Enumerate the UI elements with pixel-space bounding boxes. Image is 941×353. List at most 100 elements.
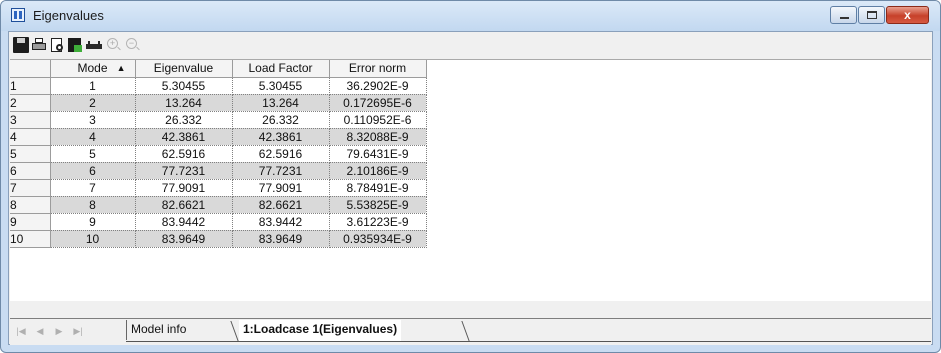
minimize-icon [840, 17, 849, 19]
load-factor-cell[interactable]: 83.9442 [232, 213, 330, 231]
error-norm-cell[interactable]: 5.53825E-9 [329, 196, 427, 214]
table-row[interactable]: 4 4 42.3861 42.3861 8.32088E-9 [10, 128, 427, 146]
eigenvalue-cell[interactable]: 26.332 [135, 111, 233, 129]
error-norm-cell[interactable]: 79.6431E-9 [329, 145, 427, 163]
error-norm-cell[interactable]: 36.2902E-9 [329, 77, 427, 95]
column-header-load-factor[interactable]: Load Factor [232, 60, 330, 78]
table-row[interactable]: 2 2 13.264 13.264 0.172695E-6 [10, 94, 427, 112]
eigenvalue-cell[interactable]: 83.9649 [135, 230, 233, 248]
column-header-mode[interactable]: Mode ▲ [50, 60, 136, 78]
row-number[interactable]: 8 [10, 196, 51, 214]
maximize-button[interactable] [858, 6, 885, 24]
mode-cell[interactable]: 9 [50, 213, 136, 231]
error-norm-cell[interactable]: 2.10186E-9 [329, 162, 427, 180]
tab-separator [230, 321, 239, 341]
eigenvalue-cell[interactable]: 13.264 [135, 94, 233, 112]
column-header-eigenvalue[interactable]: Eigenvalue [135, 60, 233, 78]
previous-tab-icon[interactable]: ◀ [32, 323, 48, 339]
tab-baseline [126, 341, 931, 342]
error-norm-cell[interactable]: 0.172695E-6 [329, 94, 427, 112]
load-factor-cell[interactable]: 77.7231 [232, 162, 330, 180]
mode-cell[interactable]: 6 [50, 162, 136, 180]
row-number[interactable]: 2 [10, 94, 51, 112]
load-factor-cell[interactable]: 82.6621 [232, 196, 330, 214]
table-row[interactable]: 3 3 26.332 26.332 0.110952E-6 [10, 111, 427, 129]
next-tab-icon[interactable]: ▶ [51, 323, 67, 339]
mode-cell[interactable]: 1 [50, 77, 136, 95]
mode-cell[interactable]: 5 [50, 145, 136, 163]
eigenvalue-cell[interactable]: 77.7231 [135, 162, 233, 180]
results-grid-area[interactable]: Mode ▲ Eigenvalue Load Factor Error norm … [10, 59, 931, 301]
eigenvalue-cell[interactable]: 62.5916 [135, 145, 233, 163]
table-row[interactable]: 6 6 77.7231 77.7231 2.10186E-9 [10, 162, 427, 180]
zoom-out-icon[interactable]: − [125, 37, 141, 53]
mode-cell[interactable]: 3 [50, 111, 136, 129]
tab-separator [461, 321, 470, 341]
mode-cell[interactable]: 10 [50, 230, 136, 248]
row-number[interactable]: 6 [10, 162, 51, 180]
eigenvalue-cell[interactable]: 83.9442 [135, 213, 233, 231]
table-row[interactable]: 9 9 83.9442 83.9442 3.61223E-9 [10, 213, 427, 231]
window-title: Eigenvalues [33, 8, 104, 23]
mode-cell[interactable]: 7 [50, 179, 136, 197]
results-grid: Mode ▲ Eigenvalue Load Factor Error norm … [10, 60, 427, 248]
error-norm-cell[interactable]: 0.110952E-6 [329, 111, 427, 129]
eigenvalues-window: Eigenvalues x + − Mode ▲ Eigenvalue Load… [0, 0, 941, 353]
last-tab-icon[interactable]: ▶| [70, 323, 86, 339]
eigenvalue-cell[interactable]: 77.9091 [135, 179, 233, 197]
error-norm-cell[interactable]: 8.32088E-9 [329, 128, 427, 146]
grid-corner[interactable] [10, 60, 51, 78]
row-number[interactable]: 1 [10, 77, 51, 95]
zoom-in-icon[interactable]: + [106, 37, 122, 53]
table-row[interactable]: 1 1 5.30455 5.30455 36.2902E-9 [10, 77, 427, 95]
load-factor-cell[interactable]: 26.332 [232, 111, 330, 129]
close-icon: x [904, 8, 911, 22]
eigenvalue-cell[interactable]: 42.3861 [135, 128, 233, 146]
error-norm-cell[interactable]: 3.61223E-9 [329, 213, 427, 231]
print-preview-icon[interactable] [49, 37, 65, 53]
table-row[interactable]: 10 10 83.9649 83.9649 0.935934E-9 [10, 230, 427, 248]
print-icon[interactable] [31, 37, 47, 53]
column-header-error-norm[interactable]: Error norm [329, 60, 427, 78]
load-factor-cell[interactable]: 62.5916 [232, 145, 330, 163]
title-bar[interactable]: Eigenvalues x [1, 1, 940, 31]
row-number[interactable]: 7 [10, 179, 51, 197]
column-header-label: Mode [77, 61, 108, 76]
row-number[interactable]: 10 [10, 230, 51, 248]
grid-header-row: Mode ▲ Eigenvalue Load Factor Error norm [10, 60, 427, 78]
client-area: + − Mode ▲ Eigenvalue Load Factor Error n… [8, 31, 933, 345]
load-factor-cell[interactable]: 83.9649 [232, 230, 330, 248]
row-number[interactable]: 5 [10, 145, 51, 163]
sheet-tab-bar: |◀ ◀ ▶ ▶| Model info 1:Loadcase 1(Eigenv… [10, 318, 931, 345]
tab-loadcase-1[interactable]: 1:Loadcase 1(Eigenvalues) [239, 320, 402, 341]
load-factor-cell[interactable]: 77.9091 [232, 179, 330, 197]
eigenvalue-cell[interactable]: 82.6621 [135, 196, 233, 214]
row-number[interactable]: 9 [10, 213, 51, 231]
columns-icon[interactable] [86, 37, 102, 53]
load-factor-cell[interactable]: 13.264 [232, 94, 330, 112]
sort-ascending-icon: ▲ [116, 63, 126, 73]
toolbar: + − [9, 32, 932, 58]
tab-model-info[interactable]: Model info [126, 320, 190, 340]
caption-buttons: x [830, 6, 929, 24]
table-icon [11, 8, 25, 22]
table-row[interactable]: 7 7 77.9091 77.9091 8.78491E-9 [10, 179, 427, 197]
first-tab-icon[interactable]: |◀ [13, 323, 29, 339]
table-row[interactable]: 5 5 62.5916 62.5916 79.6431E-9 [10, 145, 427, 163]
maximize-icon [867, 11, 877, 19]
mode-cell[interactable]: 8 [50, 196, 136, 214]
error-norm-cell[interactable]: 8.78491E-9 [329, 179, 427, 197]
eigenvalue-cell[interactable]: 5.30455 [135, 77, 233, 95]
save-icon[interactable] [13, 37, 29, 53]
load-factor-cell[interactable]: 5.30455 [232, 77, 330, 95]
table-row[interactable]: 8 8 82.6621 82.6621 5.53825E-9 [10, 196, 427, 214]
export-icon[interactable] [67, 37, 83, 53]
row-number[interactable]: 3 [10, 111, 51, 129]
mode-cell[interactable]: 4 [50, 128, 136, 146]
row-number[interactable]: 4 [10, 128, 51, 146]
minimize-button[interactable] [830, 6, 857, 24]
close-button[interactable]: x [886, 6, 929, 24]
mode-cell[interactable]: 2 [50, 94, 136, 112]
error-norm-cell[interactable]: 0.935934E-9 [329, 230, 427, 248]
load-factor-cell[interactable]: 42.3861 [232, 128, 330, 146]
